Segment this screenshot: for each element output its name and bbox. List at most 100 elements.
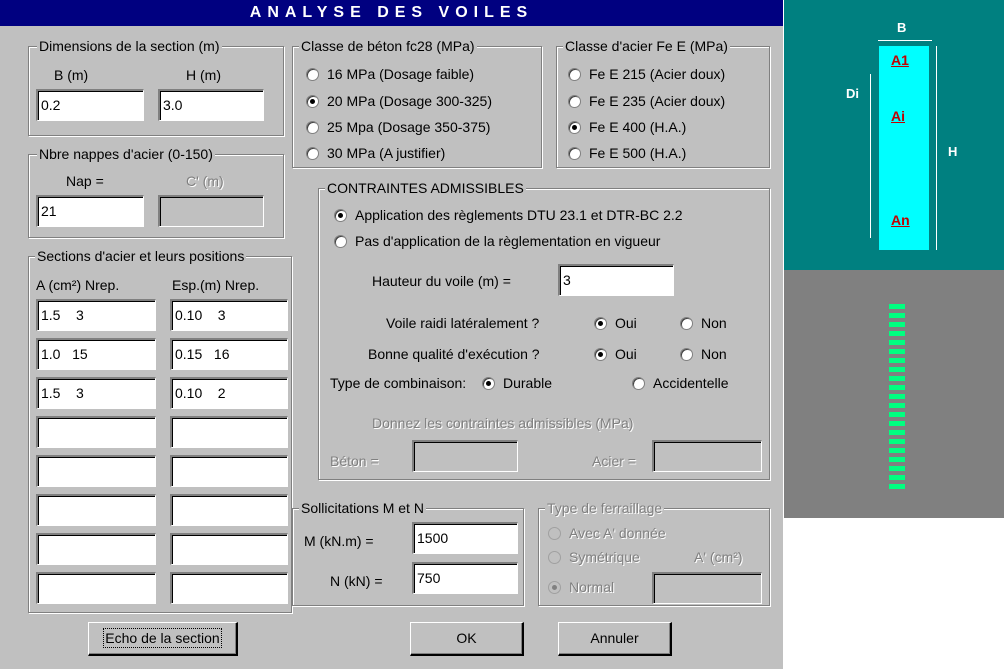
acier-radio-215-label: Fe E 215 (Acier doux): [589, 66, 726, 82]
ferraillage-avec-dot: [548, 527, 561, 540]
section-a-input-2[interactable]: 1.0 15: [36, 338, 156, 370]
section-esp-input-3[interactable]: 0.10 2: [170, 377, 288, 409]
diagram-b-label: B: [897, 20, 907, 35]
diagram-b-dimension-line: [878, 40, 932, 41]
annuler-button[interactable]: Annuler: [558, 622, 672, 656]
section-a-input-7[interactable]: [36, 533, 156, 565]
section-a-input-6[interactable]: [36, 494, 156, 526]
echo-section-label: Echo de la section: [103, 628, 222, 648]
section-a-input-5[interactable]: [36, 455, 156, 487]
section-esp-input-5[interactable]: [170, 455, 288, 487]
acier-radio-215-dot: [568, 68, 581, 81]
diagram-a1-label: A1: [891, 52, 909, 68]
h-input[interactable]: 3.0: [158, 89, 264, 121]
ferraillage-normal-dot: [548, 581, 561, 594]
section-esp-input-4[interactable]: [170, 416, 288, 448]
ok-label: OK: [456, 630, 477, 646]
rebar-layer: [889, 475, 905, 480]
beton-radio-20[interactable]: 20 MPa (Dosage 300-325): [306, 92, 492, 110]
accidentelle-radio[interactable]: Accidentelle: [632, 374, 729, 392]
ok-button[interactable]: OK: [410, 622, 524, 656]
rebar-layer: [889, 421, 905, 426]
nappes-legend: Nbre nappes d'acier (0-150): [37, 145, 215, 163]
diagram-h-line: [936, 46, 937, 250]
section-diagram-panel: B Di A1 Ai An H: [784, 0, 1004, 270]
reglements-apply-dot: [334, 209, 347, 222]
durable-radio[interactable]: Durable: [482, 374, 552, 392]
m-label: M (kN.m) =: [304, 533, 374, 549]
ferraillage-normal-radio: Normal: [548, 578, 614, 596]
bonne-non-radio[interactable]: Non: [680, 345, 727, 363]
acier-radio-400-dot: [568, 121, 581, 134]
acier-admissible-label: Acier =: [592, 453, 636, 469]
col-esp-label: Esp.(m) Nrep.: [172, 277, 260, 293]
beton-radio-30-dot: [306, 147, 319, 160]
durable-label: Durable: [503, 375, 553, 391]
beton-admissible-label: Béton =: [330, 453, 379, 469]
b-label: B (m): [54, 67, 89, 83]
hauteur-input[interactable]: 3: [558, 264, 674, 296]
rebar-layer: [889, 322, 905, 327]
h-label: H (m): [186, 67, 221, 83]
diagram-di-line: [870, 74, 871, 238]
acier-radio-215[interactable]: Fe E 215 (Acier doux): [568, 65, 725, 83]
ferraillage-legend: Type de ferraillage: [545, 499, 665, 517]
b-input[interactable]: 0.2: [36, 89, 144, 121]
beton-legend: Classe de béton fc28 (MPa): [299, 37, 477, 55]
m-input[interactable]: 1500: [412, 522, 518, 554]
beton-radio-16-label: 16 MPa (Dosage faible): [327, 66, 475, 82]
rebar-layer: [889, 313, 905, 318]
rebar-layer: [889, 484, 905, 489]
beton-radio-30[interactable]: 30 MPa (A justifier): [306, 144, 445, 162]
reglements-none-label: Pas d'application de la règlementation e…: [355, 233, 661, 249]
beton-radio-16-dot: [306, 68, 319, 81]
reglements-none-radio[interactable]: Pas d'application de la règlementation e…: [334, 232, 660, 250]
dimensions-legend: Dimensions de la section (m): [37, 37, 222, 55]
beton-radio-25-dot: [306, 121, 319, 134]
section-esp-input-2[interactable]: 0.15 16: [170, 338, 288, 370]
nap-input[interactable]: 21: [36, 195, 144, 227]
acier-radio-500[interactable]: Fe E 500 (H.A.): [568, 144, 686, 162]
beton-radio-16[interactable]: 16 MPa (Dosage faible): [306, 65, 474, 83]
n-input[interactable]: 750: [412, 562, 518, 594]
reglements-none-dot: [334, 235, 347, 248]
beton-radio-25[interactable]: 25 Mpa (Dosage 350-375): [306, 118, 490, 136]
rebar-layer: [889, 367, 905, 372]
bonne-oui-radio[interactable]: Oui: [594, 345, 637, 363]
rebar-layer: [889, 340, 905, 345]
bonne-oui-label: Oui: [615, 346, 637, 362]
accidentelle-label: Accidentelle: [653, 375, 729, 391]
reglements-apply-radio[interactable]: Application des règlements DTU 23.1 et D…: [334, 206, 683, 224]
acier-radio-500-dot: [568, 147, 581, 160]
ferraillage-avec-label: Avec A' donnée: [569, 525, 666, 541]
rebar-stack: [889, 304, 905, 493]
section-esp-input-8[interactable]: [170, 572, 288, 604]
acier-radio-500-label: Fe E 500 (H.A.): [589, 145, 687, 161]
section-a-input-1[interactable]: 1.5 3: [36, 299, 156, 331]
acier-radio-235[interactable]: Fe E 235 (Acier doux): [568, 92, 725, 110]
reglements-apply-label: Application des règlements DTU 23.1 et D…: [355, 207, 683, 223]
raidi-non-radio[interactable]: Non: [680, 314, 727, 332]
section-a-input-8[interactable]: [36, 572, 156, 604]
acier-radio-400[interactable]: Fe E 400 (H.A.): [568, 118, 686, 136]
section-esp-input-6[interactable]: [170, 494, 288, 526]
rebar-layer: [889, 439, 905, 444]
contraintes-legend: CONTRAINTES ADMISSIBLES: [325, 179, 526, 197]
a-prime-label: A' (cm²): [694, 549, 743, 565]
echo-section-button[interactable]: Echo de la section: [88, 622, 238, 656]
rebar-layer: [889, 457, 905, 462]
section-esp-input-7[interactable]: [170, 533, 288, 565]
section-esp-input-1[interactable]: 0.10 3: [170, 299, 288, 331]
dialog-title: ANALYSE DES VOILES: [0, 0, 783, 26]
c-prime-label: C' (m): [186, 173, 224, 189]
beton-admissible-input: [412, 440, 518, 472]
ferraillage-symetrique-label: Symétrique: [569, 549, 640, 565]
section-a-input-3[interactable]: 1.5 3: [36, 377, 156, 409]
beton-radio-20-dot: [306, 95, 319, 108]
analyse-voiles-dialog: ANALYSE DES VOILES Dimensions de la sect…: [0, 0, 783, 669]
acier-legend: Classe d'acier Fe E (MPa): [563, 37, 730, 55]
rebar-layer: [889, 385, 905, 390]
section-a-input-4[interactable]: [36, 416, 156, 448]
raidi-oui-radio[interactable]: Oui: [594, 314, 637, 332]
bonne-non-label: Non: [701, 346, 727, 362]
